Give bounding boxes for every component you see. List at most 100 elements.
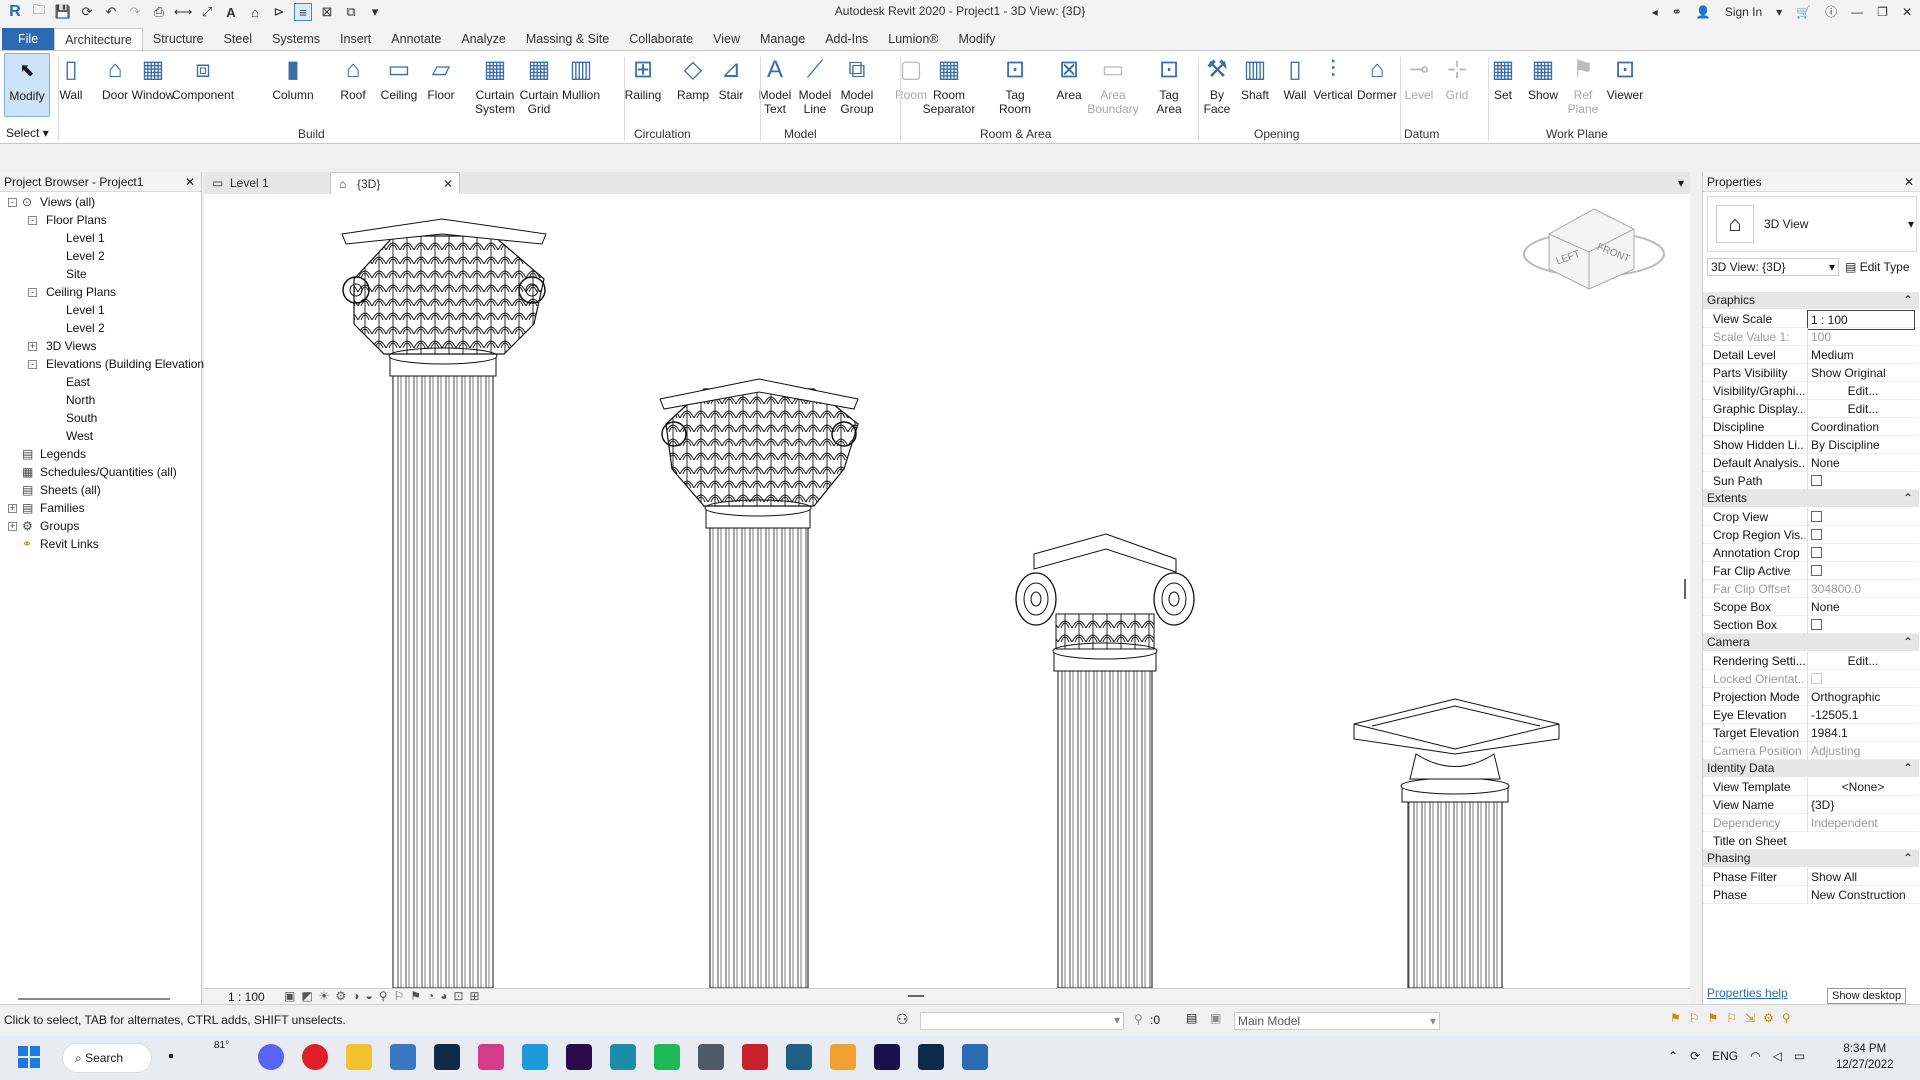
browser-item[interactable]: Site: [66, 266, 87, 282]
property-value[interactable]: -12505.1: [1807, 706, 1915, 724]
taskbar-search[interactable]: ⌕ Search: [62, 1043, 152, 1073]
tab-insert[interactable]: Insert: [330, 28, 381, 50]
browser-item[interactable]: Groups: [40, 518, 79, 534]
browser-item[interactable]: Floor Plans: [46, 212, 107, 228]
sync-icon[interactable]: ⟳: [1690, 1049, 1700, 1063]
corinthian-column-1[interactable]: [341, 218, 547, 988]
area-button[interactable]: ⊠ Area: [1044, 55, 1094, 103]
property-value[interactable]: Edit...: [1807, 652, 1915, 670]
tab-systems[interactable]: Systems: [262, 28, 330, 50]
lightroom-classic-icon[interactable]: [434, 1044, 460, 1070]
worksharing-icon[interactable]: ⚇: [896, 1011, 909, 1028]
railing-button[interactable]: ⊞ Railing: [618, 55, 668, 103]
file-explorer-icon[interactable]: [346, 1044, 372, 1070]
browser-item[interactable]: 3D Views: [46, 338, 96, 354]
binoculars-icon[interactable]: ⚭: [1672, 5, 1682, 19]
dropdown-icon[interactable]: ▾: [1776, 5, 1782, 19]
spotify-icon[interactable]: [654, 1044, 680, 1070]
collapse-icon[interactable]: -: [28, 288, 37, 297]
checkbox[interactable]: [1811, 475, 1822, 487]
sign-in-link[interactable]: Sign In: [1725, 5, 1762, 19]
view-cube[interactable]: LEFT FRONT: [1523, 208, 1665, 290]
browser-item[interactable]: Schedules/Quantities (all): [40, 464, 177, 480]
ionic-column[interactable]: [1015, 533, 1195, 988]
property-value[interactable]: [1807, 562, 1915, 580]
tab-annotate[interactable]: Annotate: [381, 28, 451, 50]
browser-item[interactable]: Level 2: [66, 248, 105, 264]
property-value[interactable]: Edit...: [1807, 382, 1915, 400]
volume-icon[interactable]: ◁: [1773, 1049, 1782, 1063]
browser-item[interactable]: Sheets (all): [40, 482, 101, 498]
property-value[interactable]: Orthographic: [1807, 688, 1915, 706]
tab-level-1[interactable]: ▭ Level 1: [204, 172, 330, 194]
help-icon[interactable]: ⓘ: [1825, 3, 1837, 20]
tab-massing-site[interactable]: Massing & Site: [516, 28, 619, 50]
properties-help-link[interactable]: Properties help: [1707, 986, 1788, 1000]
scrollbar[interactable]: [18, 998, 170, 1000]
chevron-up-icon[interactable]: ⌃: [1668, 1049, 1678, 1063]
collapse-icon[interactable]: ⌃: [1903, 490, 1913, 507]
tab-collaborate[interactable]: Collaborate: [619, 28, 703, 50]
roof-button[interactable]: ⌂ Roof: [328, 55, 378, 103]
collapse-icon[interactable]: -: [28, 360, 37, 369]
mullion-button[interactable]: ▥ Mullion: [556, 55, 606, 103]
minimize-icon[interactable]: —: [1851, 5, 1863, 19]
property-value[interactable]: [1807, 616, 1915, 634]
weather-temp[interactable]: 81°: [214, 1040, 229, 1051]
discord-icon[interactable]: [258, 1044, 284, 1070]
filter-icon[interactable]: ⚲: [1134, 1012, 1143, 1026]
calculator-icon[interactable]: [786, 1044, 812, 1070]
property-value[interactable]: Show All: [1807, 868, 1915, 886]
property-value[interactable]: None: [1807, 598, 1915, 616]
property-value[interactable]: Coordination: [1807, 418, 1915, 436]
browser-item[interactable]: West: [66, 428, 93, 444]
property-value[interactable]: Show Original: [1807, 364, 1915, 382]
design-options-icon[interactable]: ▤: [1186, 1011, 1197, 1025]
view-scale[interactable]: 1 : 100: [228, 990, 265, 1004]
property-value[interactable]: [1807, 544, 1915, 562]
browser-item[interactable]: Level 1: [66, 230, 105, 246]
tab-modify[interactable]: Modify: [949, 28, 1006, 50]
browser-item[interactable]: Ceiling Plans: [46, 284, 116, 300]
type-selector[interactable]: ⌂ 3D View ▾: [1707, 196, 1917, 252]
tab-view[interactable]: View: [703, 28, 750, 50]
tab-add-ins[interactable]: Add-Ins: [815, 28, 878, 50]
autocad-icon[interactable]: [742, 1044, 768, 1070]
expand-icon[interactable]: +: [8, 504, 17, 513]
doric-column[interactable]: [1353, 698, 1560, 988]
property-value[interactable]: [1807, 508, 1915, 526]
remote-icon[interactable]: [698, 1044, 724, 1070]
grid-button[interactable]: ⊹ Grid: [1432, 55, 1482, 103]
browser-item[interactable]: Legends: [40, 446, 86, 462]
checkbox[interactable]: [1811, 547, 1822, 559]
edit-type-button[interactable]: ▤ Edit Type: [1845, 258, 1910, 276]
property-value[interactable]: {3D}: [1807, 796, 1915, 814]
vertical-button[interactable]: ⫶ Vertical: [1308, 55, 1358, 103]
collapse-icon[interactable]: ⌃: [1903, 850, 1913, 867]
window-button[interactable]: ▦ Window: [128, 55, 178, 103]
tabs-menu-icon[interactable]: ▾: [1678, 172, 1684, 194]
property-value[interactable]: 1984.1: [1807, 724, 1915, 742]
scrollbar[interactable]: [908, 995, 924, 997]
stair-button[interactable]: ⊿ Stair: [706, 55, 756, 103]
opera-icon[interactable]: [302, 1044, 328, 1070]
start-icon[interactable]: [18, 1046, 40, 1068]
checkbox[interactable]: [1811, 529, 1822, 541]
viewer-button[interactable]: ⊡ Viewer: [1600, 55, 1650, 103]
selection-filter-icons[interactable]: ⚑⚐⚑⚐⇲⚙⚲: [1670, 1011, 1799, 1025]
language-indicator[interactable]: ENG: [1712, 1049, 1738, 1063]
design-option-dropdown[interactable]: Main Model ▾: [1234, 1012, 1440, 1030]
property-value[interactable]: By Discipline: [1807, 436, 1915, 454]
view-control-icons[interactable]: ▣◩☀⚙◑◒⚲⚐⚑◔◕⊡⊞: [284, 989, 486, 1003]
3dsmax-icon[interactable]: [610, 1044, 636, 1070]
tab-lumion-[interactable]: Lumion®: [878, 28, 948, 50]
collapse-icon[interactable]: -: [8, 198, 17, 207]
collapse-icon[interactable]: -: [28, 216, 37, 225]
battery-icon[interactable]: ▭: [1794, 1049, 1805, 1063]
tab-manage[interactable]: Manage: [750, 28, 815, 50]
property-value[interactable]: 1 : 100: [1807, 310, 1915, 330]
browser-item[interactable]: Families: [40, 500, 85, 516]
clock[interactable]: 8:34 PM 12/27/2022: [1836, 1041, 1894, 1073]
property-value[interactable]: <None>: [1807, 778, 1915, 796]
property-value[interactable]: New Construction: [1807, 886, 1915, 904]
